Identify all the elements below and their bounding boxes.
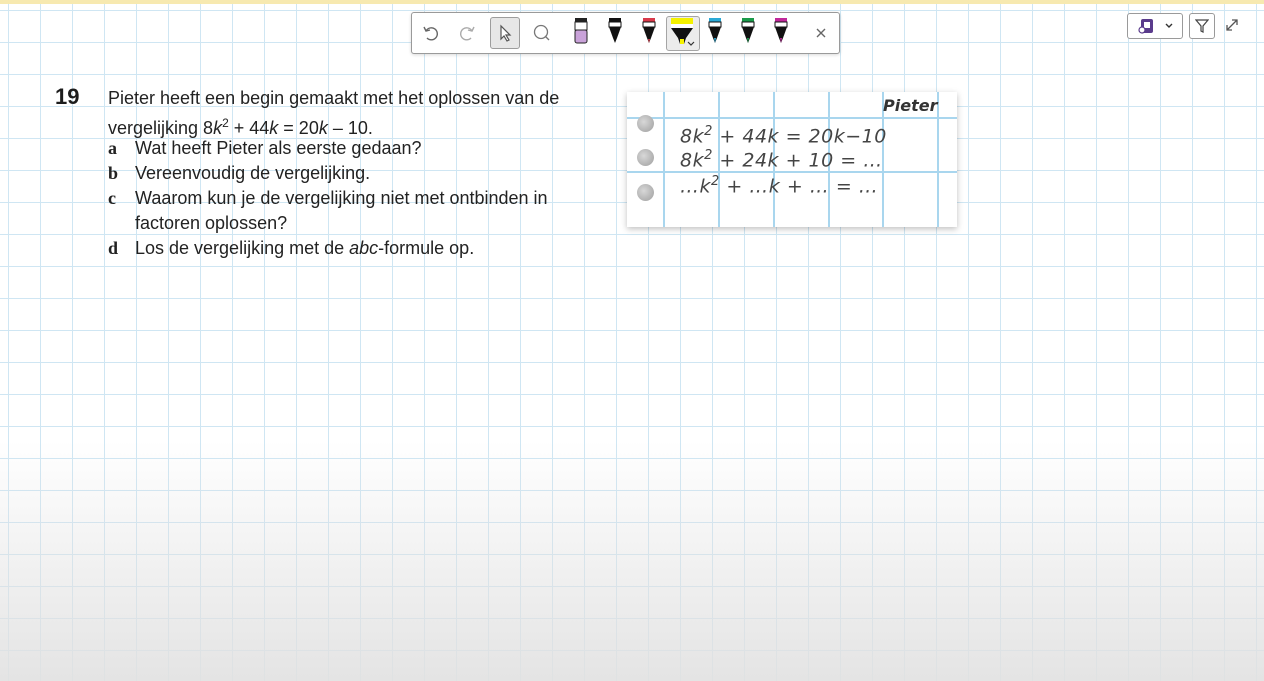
notebook-line-3: …k2 + …k + … = … <box>680 174 879 198</box>
drawing-toolbar <box>411 12 840 54</box>
part-d-text: Los de vergelijking met de abc-formule o… <box>135 238 475 258</box>
exercise-intro-line1: Pieter heeft een begin gemaakt met het o… <box>108 88 560 108</box>
highlighter-yellow-icon[interactable] <box>666 16 700 51</box>
notebook-line-1: 8k2 + 44k = 20k−10 <box>680 124 887 148</box>
select-pointer-icon[interactable] <box>490 17 520 49</box>
pen-magenta-icon[interactable] <box>770 16 792 50</box>
part-a-text: Wat heeft Pieter als eerste gedaan? <box>135 138 422 158</box>
expand-icon[interactable] <box>1224 17 1240 33</box>
app-indicator-icon <box>1136 16 1158 36</box>
binder-hole <box>637 184 654 201</box>
notebook-card: Pieter 8k2 + 44k = 20k−10 8k2 + 24k + 10… <box>627 92 957 227</box>
notebook-name: Pieter <box>883 96 938 115</box>
pen-pink-icon[interactable] <box>570 16 592 50</box>
part-b-letter: b <box>108 163 119 183</box>
part-c-letter: c <box>108 188 116 208</box>
redo-icon[interactable] <box>452 17 482 49</box>
pen-black-icon[interactable] <box>604 16 626 50</box>
chevron-down-icon <box>1164 22 1174 30</box>
exercise-number: 19 <box>55 84 80 109</box>
funnel-icon[interactable] <box>1189 13 1215 39</box>
notebook-line-2: 8k2 + 24k + 10 = … <box>680 148 883 172</box>
binder-hole <box>637 115 654 132</box>
undo-icon[interactable] <box>416 17 446 49</box>
pen-red-icon[interactable] <box>638 16 660 50</box>
top-accent-line <box>0 0 1264 4</box>
part-c-text: Waarom kun je de vergelijking niet met o… <box>135 188 548 208</box>
lasso-icon[interactable] <box>527 17 557 49</box>
part-b-text: Vereenvoudig de vergelijking. <box>135 163 371 183</box>
pen-blue-icon[interactable] <box>704 16 726 50</box>
part-a-letter: a <box>108 138 117 158</box>
part-d-letter: d <box>108 238 119 258</box>
pen-green-icon[interactable] <box>737 16 759 50</box>
app-indicator-button[interactable] <box>1127 13 1183 39</box>
close-icon[interactable] <box>806 17 836 49</box>
part-c-text-cont: factoren oplossen? <box>135 213 288 233</box>
binder-hole <box>637 149 654 166</box>
